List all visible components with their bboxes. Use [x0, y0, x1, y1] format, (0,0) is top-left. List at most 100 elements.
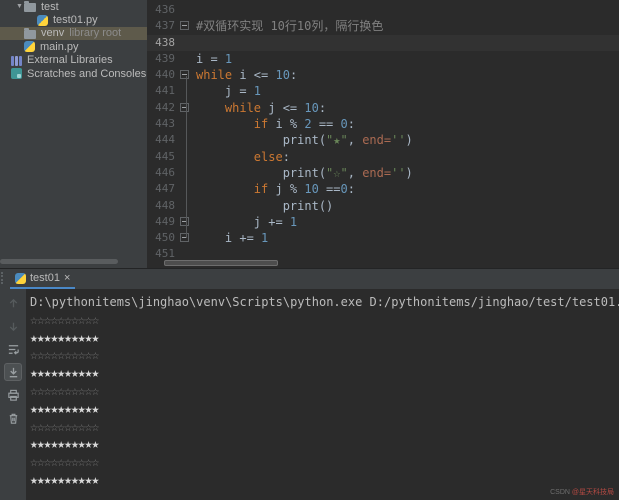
- folder-icon: [24, 3, 36, 12]
- code-text: else:: [193, 149, 290, 165]
- tree-item-main-py[interactable]: main.py: [0, 40, 147, 53]
- code-text: j = 1: [193, 83, 261, 99]
- line-number[interactable]: 441: [147, 83, 175, 99]
- code-line-444[interactable]: 444 print("★", end=''): [147, 132, 619, 148]
- line-number[interactable]: 436: [147, 2, 175, 18]
- editor-hscrollbar[interactable]: [164, 260, 278, 266]
- code-line-438[interactable]: 438: [147, 35, 619, 51]
- csdn-watermark: CSDN @星天科技局: [550, 487, 614, 497]
- fold-gutter: [175, 230, 193, 246]
- tree-item-scratches-and-consoles[interactable]: Scratches and Consoles: [0, 67, 147, 80]
- python-file-icon: [24, 41, 35, 52]
- python-file-icon: [37, 15, 48, 26]
- print-icon[interactable]: [4, 386, 22, 404]
- console-output-line: ★★★★★★★★★★: [30, 401, 619, 419]
- line-number[interactable]: 445: [147, 149, 175, 165]
- code-line-440[interactable]: 440 while i <= 10:: [147, 67, 619, 83]
- code-text: if j % 10 ==0:: [193, 181, 355, 197]
- console-output-line: ★★★★★★★★★★: [30, 330, 619, 348]
- code-line-439[interactable]: 439 i = 1: [147, 51, 619, 67]
- fold-collapse-icon[interactable]: [180, 70, 189, 79]
- fold-gutter: [175, 149, 193, 165]
- code-text: [193, 2, 196, 18]
- scratches-icon: [11, 68, 22, 79]
- code-line-448[interactable]: 448 print(): [147, 198, 619, 214]
- code-line-436[interactable]: 436: [147, 2, 619, 18]
- fold-guide-line: [186, 76, 187, 238]
- tree-item-label: test01.py: [53, 14, 98, 26]
- code-line-437[interactable]: 437 #双循环实现 10行10列，隔行换色: [147, 18, 619, 34]
- code-line-442[interactable]: 442 while j <= 10:: [147, 100, 619, 116]
- fold-gutter: [175, 67, 193, 83]
- tree-item-label: Scratches and Consoles: [27, 68, 146, 80]
- line-number[interactable]: 447: [147, 181, 175, 197]
- code-text: #双循环实现 10行10列，隔行换色: [193, 18, 383, 34]
- line-number[interactable]: 449: [147, 214, 175, 230]
- line-number[interactable]: 444: [147, 132, 175, 148]
- code-text: print("★", end=''): [193, 132, 413, 148]
- line-number[interactable]: 450: [147, 230, 175, 246]
- console-output-line: ☆☆☆☆☆☆☆☆☆☆: [30, 312, 619, 330]
- console-output-line: ★★★★★★★★★★: [30, 365, 619, 383]
- tree-item-label: test: [41, 1, 59, 13]
- code-line-443[interactable]: 443 if i % 2 == 0:: [147, 116, 619, 132]
- code-editor[interactable]: 436437 #双循环实现 10行10列，隔行换色 438439 i = 1 440 wh…: [147, 0, 619, 268]
- code-line-445[interactable]: 445 else:: [147, 149, 619, 165]
- fold-gutter: [175, 165, 193, 181]
- close-icon[interactable]: ×: [64, 273, 70, 284]
- line-number[interactable]: 446: [147, 165, 175, 181]
- code-line-450[interactable]: 450 i += 1: [147, 230, 619, 246]
- up-stack-icon[interactable]: [4, 294, 22, 312]
- project-panel-hscrollbar[interactable]: [0, 259, 118, 264]
- python-icon: [15, 273, 26, 284]
- console-toolbar: [0, 289, 26, 500]
- code-text: i += 1: [193, 230, 268, 246]
- line-number[interactable]: 448: [147, 198, 175, 214]
- code-lines: 436437 #双循环实现 10行10列，隔行换色 438439 i = 1 440 wh…: [147, 2, 619, 263]
- console-output[interactable]: D:\pythonitems\jinghao\venv\Scripts\pyth…: [26, 289, 619, 500]
- fold-gutter: [175, 198, 193, 214]
- tree-item-test01-py[interactable]: test01.py: [0, 13, 147, 26]
- run-console: test01 × D:\pythonitems\jinghao\venv\Scr…: [0, 268, 619, 500]
- line-number[interactable]: 442: [147, 100, 175, 116]
- line-number[interactable]: 438: [147, 35, 175, 51]
- fold-gutter: [175, 2, 193, 18]
- code-line-446[interactable]: 446 print("☆", end=''): [147, 165, 619, 181]
- code-text: [193, 35, 196, 51]
- code-text: i = 1: [193, 51, 232, 67]
- tree-item-venv[interactable]: venvlibrary root: [0, 27, 147, 40]
- fold-collapse-icon[interactable]: [180, 103, 189, 112]
- libraries-icon: [11, 56, 22, 66]
- tree-item-test[interactable]: ▼ test: [0, 0, 147, 13]
- run-console-header: test01 ×: [0, 269, 619, 289]
- fold-gutter: [175, 116, 193, 132]
- console-tab-test01[interactable]: test01 ×: [10, 269, 75, 289]
- line-number[interactable]: 440: [147, 67, 175, 83]
- fold-gutter: [175, 214, 193, 230]
- folder-icon: [24, 30, 36, 39]
- down-stack-icon[interactable]: [4, 317, 22, 335]
- console-output-line: ☆☆☆☆☆☆☆☆☆☆: [30, 454, 619, 472]
- soft-wrap-icon[interactable]: [4, 340, 22, 358]
- line-number[interactable]: 443: [147, 116, 175, 132]
- chevron-down-icon[interactable]: ▼: [15, 3, 24, 10]
- console-output-line: ☆☆☆☆☆☆☆☆☆☆: [30, 347, 619, 365]
- tree-item-external-libraries[interactable]: External Libraries: [0, 54, 147, 67]
- code-line-441[interactable]: 441 j = 1: [147, 83, 619, 99]
- code-text: print(): [193, 198, 333, 214]
- toolwindow-grip-icon: [1, 272, 8, 284]
- code-line-449[interactable]: 449 j += 1: [147, 214, 619, 230]
- fold-gutter: [175, 35, 193, 51]
- code-text: while j <= 10:: [193, 100, 326, 116]
- code-line-447[interactable]: 447 if j % 10 ==0:: [147, 181, 619, 197]
- fold-end-icon[interactable]: [180, 217, 189, 226]
- fold-gutter: [175, 83, 193, 99]
- fold-collapse-icon[interactable]: [180, 21, 189, 30]
- line-number[interactable]: 439: [147, 51, 175, 67]
- fold-gutter: [175, 132, 193, 148]
- clear-all-icon[interactable]: [4, 409, 22, 427]
- line-number[interactable]: 437: [147, 18, 175, 34]
- scroll-to-end-icon[interactable]: [4, 363, 22, 381]
- fold-end-icon[interactable]: [180, 233, 189, 242]
- code-text: while i <= 10:: [193, 67, 297, 83]
